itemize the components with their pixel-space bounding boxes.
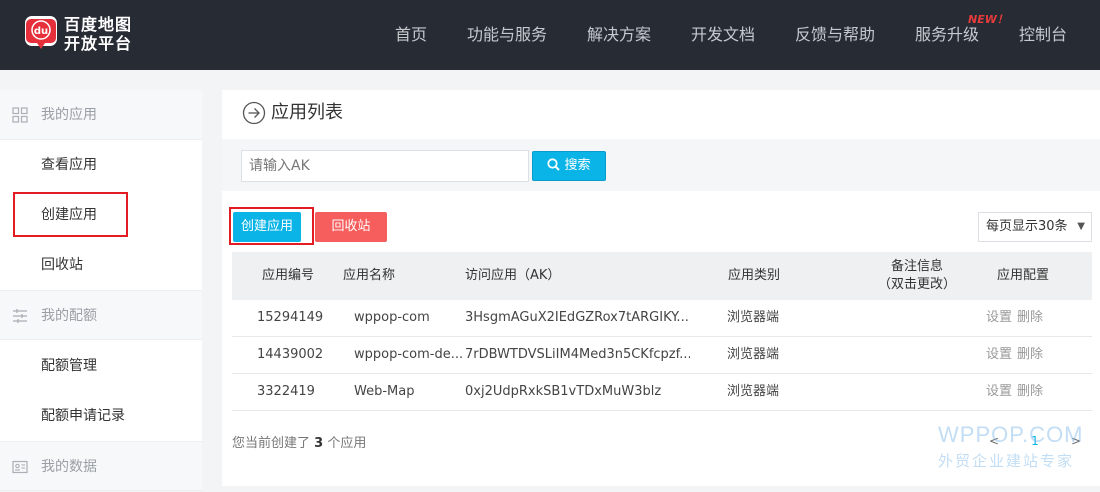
sidebar-item-recycle-bin[interactable]: 回收站 <box>0 240 202 290</box>
search-bar: 搜索 <box>222 139 1100 191</box>
settings-link[interactable]: 设置 <box>986 374 1012 410</box>
list-icon <box>13 309 27 323</box>
header-app-type: 应用类别 <box>728 268 781 283</box>
table-row: 14439002 wppop-com-de... 7rDBWTDVSLiIM4M… <box>232 337 1092 374</box>
cell-app-name: wppop-com-de... <box>354 347 464 362</box>
nav-features[interactable]: 功能与服务 <box>467 0 547 70</box>
app-count-summary: 您当前创建了 3 个应用 <box>232 432 366 451</box>
cell-ak: 7rDBWTDVSLiIM4Med3n5CKfcpzf... <box>465 347 690 362</box>
search-button[interactable]: 搜索 <box>532 151 606 181</box>
header-ak: 访问应用（AK） <box>465 268 561 283</box>
nav-solutions[interactable]: 解决方案 <box>587 0 651 70</box>
settings-link[interactable]: 设置 <box>986 300 1012 336</box>
header-app-id: 应用编号 <box>262 268 315 283</box>
page-size-select[interactable]: 每页显示30条 ▼ <box>978 212 1092 242</box>
table-row: 3322419 Web-Map 0xj2UdpRxkSB1vTDxMuW3blz… <box>232 374 1092 411</box>
sidebar-item-view-apps[interactable]: 查看应用 <box>0 140 202 190</box>
sidebar-group-my-data[interactable]: 我的数据 <box>0 441 202 491</box>
watermark-line2: 外贸企业建站专家 <box>938 452 1075 470</box>
cell-note[interactable] <box>872 337 962 373</box>
cell-app-id: 15294149 <box>257 310 324 325</box>
summary-count: 3 <box>314 436 324 451</box>
id-card-icon <box>12 460 28 474</box>
header-note: 备注信息 （双击更改） <box>872 258 962 294</box>
header-note-line2: （双击更改） <box>877 277 956 292</box>
caret-down-icon: ▼ <box>1077 221 1085 232</box>
top-nav-bar: du 百度地图 开放平台 首页 功能与服务 解决方案 开发文档 反馈与帮助 服务… <box>0 0 1100 70</box>
cell-app-type: 浏览器端 <box>727 347 780 362</box>
settings-link[interactable]: 设置 <box>986 337 1012 373</box>
logo-name-line1: 百度地图 <box>64 15 133 34</box>
delete-link[interactable]: 删除 <box>1017 300 1043 336</box>
sidebar: 我的应用 查看应用 创建应用 回收站 我的配额 配额管理 配额申请记录 我的数据 <box>0 90 202 491</box>
sidebar-group-label: 我的应用 <box>41 107 97 123</box>
header-app-name: 应用名称 <box>343 268 396 283</box>
summary-suffix: 个应用 <box>327 436 367 451</box>
cell-ak: 3HsgmAGuX2IEdGZRox7tARGIKY... <box>465 310 689 325</box>
delete-link[interactable]: 删除 <box>1017 337 1043 373</box>
header-config: 应用配置 <box>997 268 1050 283</box>
search-button-label: 搜索 <box>564 158 591 173</box>
nav-docs[interactable]: 开发文档 <box>691 0 755 70</box>
new-badge: NEW！ <box>968 13 1008 26</box>
ak-search-input[interactable] <box>241 150 529 182</box>
create-app-button[interactable]: 创建应用 <box>233 212 301 242</box>
nav-feedback[interactable]: 反馈与帮助 <box>795 0 875 70</box>
nav-console[interactable]: 控制台 <box>1019 0 1067 70</box>
map-pin-logo-icon: du <box>25 16 57 49</box>
nav-home[interactable]: 首页 <box>395 0 427 70</box>
sidebar-group-my-quota[interactable]: 我的配额 <box>0 290 202 340</box>
sidebar-group-label: 我的数据 <box>41 459 97 475</box>
sidebar-item-quota-requests[interactable]: 配额申请记录 <box>0 391 202 441</box>
baidu-map-logo[interactable]: du 百度地图 开放平台 <box>24 15 144 55</box>
page-title-row: 应用列表 <box>222 90 1100 130</box>
wppop-watermark: WPPOP.COM 外贸企业建站专家 <box>938 422 1084 471</box>
cell-app-type: 浏览器端 <box>727 384 780 399</box>
search-icon <box>547 158 561 171</box>
sidebar-item-quota-management[interactable]: 配额管理 <box>0 341 202 391</box>
sidebar-group-label: 我的配额 <box>41 308 97 324</box>
cell-ak: 0xj2UdpRxkSB1vTDxMuW3blz <box>465 384 662 399</box>
page-size-value: 每页显示30条 <box>986 219 1068 234</box>
table-header: 应用编号 应用名称 访问应用（AK） 应用类别 备注信息 （双击更改） 应用配置 <box>232 252 1092 300</box>
table-row: 15294149 wppop-com 3HsgmAGuX2IEdGZRox7tA… <box>232 300 1092 337</box>
cell-app-id: 3322419 <box>257 384 315 399</box>
sidebar-group-my-apps[interactable]: 我的应用 <box>0 90 202 140</box>
grid-icon <box>12 107 28 123</box>
arrow-circle-icon <box>242 101 266 125</box>
cell-note[interactable] <box>872 300 962 336</box>
logo-name-line2: 开放平台 <box>64 34 133 53</box>
create-app-highlight-box <box>13 192 128 237</box>
logo-badge-text: du <box>34 26 48 37</box>
header-note-line1: 备注信息 <box>890 259 943 274</box>
summary-prefix: 您当前创建了 <box>232 436 311 451</box>
cell-note[interactable] <box>872 374 962 410</box>
cell-app-type: 浏览器端 <box>727 310 780 325</box>
page-title: 应用列表 <box>271 102 343 123</box>
recycle-bin-button[interactable]: 回收站 <box>315 212 387 242</box>
cell-app-id: 14439002 <box>257 347 324 362</box>
watermark-line1: WPPOP.COM <box>938 422 1084 447</box>
delete-link[interactable]: 删除 <box>1017 374 1043 410</box>
cell-app-name: wppop-com <box>354 310 430 325</box>
cell-app-name: Web-Map <box>354 384 415 399</box>
